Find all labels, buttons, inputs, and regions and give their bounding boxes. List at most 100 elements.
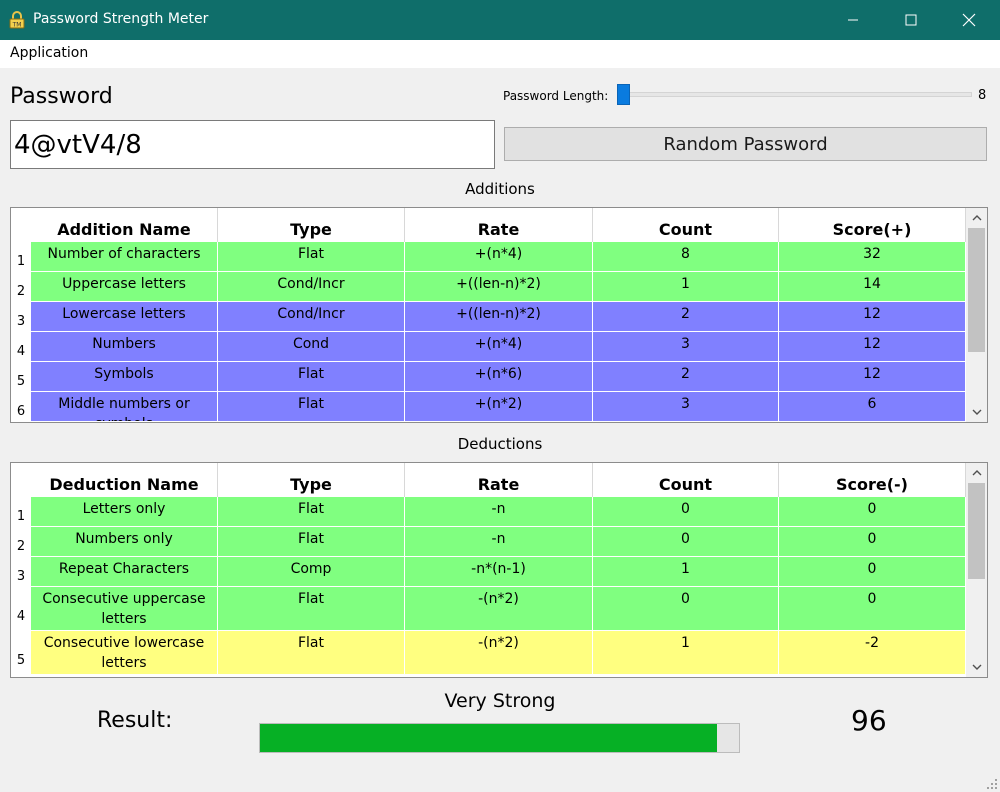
deductions-cell-rate[interactable]: -n*(n-1) — [405, 557, 593, 587]
deductions-cell-score[interactable]: -2 — [779, 631, 966, 675]
additions-row[interactable]: 1 Number of characters Flat +(n*4) 8 32 — [11, 242, 966, 272]
additions-column-header[interactable]: Score(+) — [779, 208, 966, 242]
deductions-cell-type[interactable]: Flat — [218, 631, 405, 675]
additions-cell-name[interactable]: Uppercase letters — [31, 272, 218, 302]
maximize-button[interactable] — [882, 0, 940, 40]
deductions-column-header[interactable]: Score(-) — [779, 463, 966, 497]
additions-row[interactable]: 3 Lowercase letters Cond/Incr +((len-n)*2) 2… — [11, 302, 966, 332]
additions-cell-type[interactable]: Flat — [218, 362, 405, 392]
deductions-cell-type[interactable]: Comp — [218, 557, 405, 587]
additions-cell-count[interactable]: 2 — [593, 302, 779, 332]
random-password-button[interactable]: Random Password — [504, 127, 987, 161]
deductions-cell-name[interactable]: Letters only — [31, 497, 218, 527]
additions-cell-rate[interactable]: +((len-n)*2) — [405, 302, 593, 332]
additions-column-header[interactable]: Addition Name — [31, 208, 218, 242]
deductions-cell-rate[interactable]: -(n*2) — [405, 631, 593, 675]
deductions-cell-count[interactable]: 0 — [593, 497, 779, 527]
additions-cell-count[interactable]: 3 — [593, 332, 779, 362]
additions-cell-type[interactable]: Cond — [218, 332, 405, 362]
password-input[interactable] — [10, 120, 495, 169]
deductions-row[interactable]: 3 Repeat Characters Comp -n*(n-1) 1 0 — [11, 557, 966, 587]
additions-row[interactable]: 2 Uppercase letters Cond/Incr +((len-n)*2) 1… — [11, 272, 966, 302]
additions-cell-rate[interactable]: +((len-n)*2) — [405, 272, 593, 302]
deductions-row[interactable]: 2 Numbers only Flat -n 0 0 — [11, 527, 966, 557]
deductions-column-header[interactable]: Count — [593, 463, 779, 497]
deductions-cell-name[interactable]: Consecutive lowercase letters — [31, 631, 218, 675]
password-length-label: Password Length: — [503, 89, 609, 103]
additions-table: Addition Name Type Rate Count Score(+) 1 Numbe… — [10, 207, 988, 423]
additions-cell-type[interactable]: Flat — [218, 392, 405, 422]
deductions-cell-type[interactable]: Flat — [218, 527, 405, 557]
menu-application[interactable]: Application — [10, 45, 88, 61]
deductions-column-header[interactable]: Type — [218, 463, 405, 497]
deductions-scrollbar[interactable] — [966, 463, 987, 677]
additions-cell-rate[interactable]: +(n*4) — [405, 332, 593, 362]
additions-column-header[interactable]: Rate — [405, 208, 593, 242]
resize-grip-icon[interactable] — [986, 778, 998, 790]
additions-cell-rate[interactable]: +(n*4) — [405, 242, 593, 272]
menu-bar: Application — [0, 40, 1000, 68]
additions-scrollbar[interactable] — [966, 208, 987, 422]
additions-row[interactable]: 6Middle numbers or symbolsFlat+(n*2)36 — [11, 392, 966, 422]
additions-cell-score[interactable]: 12 — [779, 332, 966, 362]
additions-cell-count[interactable]: 8 — [593, 242, 779, 272]
deductions-row[interactable]: 1 Letters only Flat -n 0 0 — [11, 497, 966, 527]
additions-column-header[interactable]: Count — [593, 208, 779, 242]
minimize-button[interactable] — [824, 0, 882, 40]
additions-cell-rate[interactable]: +(n*6) — [405, 362, 593, 392]
deductions-cell-rate[interactable]: -(n*2) — [405, 587, 593, 631]
additions-cell-score[interactable]: 6 — [779, 392, 966, 422]
deductions-cell-score[interactable]: 0 — [779, 587, 966, 631]
deductions-cell-name[interactable]: Repeat Characters — [31, 557, 218, 587]
additions-row[interactable]: 5 Symbols Flat +(n*6) 2 12 — [11, 362, 966, 392]
deductions-cell-score[interactable]: 0 — [779, 557, 966, 587]
deductions-row[interactable]: 4 Consecutive uppercase letters Flat -(n*2)… — [11, 587, 966, 631]
additions-cell-score[interactable]: 14 — [779, 272, 966, 302]
deductions-row[interactable]: 5 Consecutive lowercase letters Flat -(n*2)… — [11, 631, 966, 675]
svg-text:TM: TM — [12, 22, 22, 29]
scroll-up-icon[interactable] — [966, 208, 987, 228]
deductions-column-header[interactable]: Deduction Name — [31, 463, 218, 497]
deductions-cell-type[interactable]: Flat — [218, 587, 405, 631]
deductions-cell-count[interactable]: 0 — [593, 587, 779, 631]
additions-cell-name[interactable]: Number of characters — [31, 242, 218, 272]
additions-cell-score[interactable]: 32 — [779, 242, 966, 272]
additions-cell-name[interactable]: Lowercase letters — [31, 302, 218, 332]
deductions-cell-name[interactable]: Numbers only — [31, 527, 218, 557]
deductions-cell-score[interactable]: 0 — [779, 497, 966, 527]
deductions-cell-rate[interactable]: -n — [405, 527, 593, 557]
additions-cell-count[interactable]: 2 — [593, 362, 779, 392]
deductions-cell-name[interactable]: Consecutive uppercase letters — [31, 587, 218, 631]
deductions-cell-count[interactable]: 1 — [593, 557, 779, 587]
additions-cell-score[interactable]: 12 — [779, 302, 966, 332]
additions-cell-count[interactable]: 3 — [593, 392, 779, 422]
additions-cell-name[interactable]: Symbols — [31, 362, 218, 392]
scroll-up-icon[interactable] — [966, 463, 987, 483]
deductions-cell-count[interactable]: 1 — [593, 631, 779, 675]
deductions-column-header[interactable]: Rate — [405, 463, 593, 497]
deductions-table: Deduction Name Type Rate Count Score(-) 1 Lett… — [10, 462, 988, 678]
close-button[interactable] — [940, 0, 998, 40]
scroll-thumb[interactable] — [968, 228, 985, 352]
additions-cell-score[interactable]: 12 — [779, 362, 966, 392]
slider-thumb[interactable] — [617, 84, 630, 105]
password-length-slider[interactable] — [624, 92, 972, 97]
additions-cell-type[interactable]: Flat — [218, 242, 405, 272]
additions-cell-name[interactable]: Middle numbers or symbols — [31, 392, 218, 422]
scroll-down-icon[interactable] — [966, 657, 987, 677]
deductions-cell-rate[interactable]: -n — [405, 497, 593, 527]
deductions-cell-type[interactable]: Flat — [218, 497, 405, 527]
additions-column-header[interactable]: Type — [218, 208, 405, 242]
additions-cell-count[interactable]: 1 — [593, 272, 779, 302]
deductions-cell-score[interactable]: 0 — [779, 527, 966, 557]
additions-row[interactable]: 4 Numbers Cond +(n*4) 3 12 — [11, 332, 966, 362]
additions-cell-rate[interactable]: +(n*2) — [405, 392, 593, 422]
deductions-cell-count[interactable]: 0 — [593, 527, 779, 557]
scroll-thumb[interactable] — [968, 483, 985, 579]
additions-cell-type[interactable]: Cond/Incr — [218, 302, 405, 332]
additions-cell-type[interactable]: Cond/Incr — [218, 272, 405, 302]
row-number: 3 — [11, 302, 31, 332]
minimize-icon — [848, 19, 858, 21]
additions-cell-name[interactable]: Numbers — [31, 332, 218, 362]
scroll-down-icon[interactable] — [966, 402, 987, 422]
